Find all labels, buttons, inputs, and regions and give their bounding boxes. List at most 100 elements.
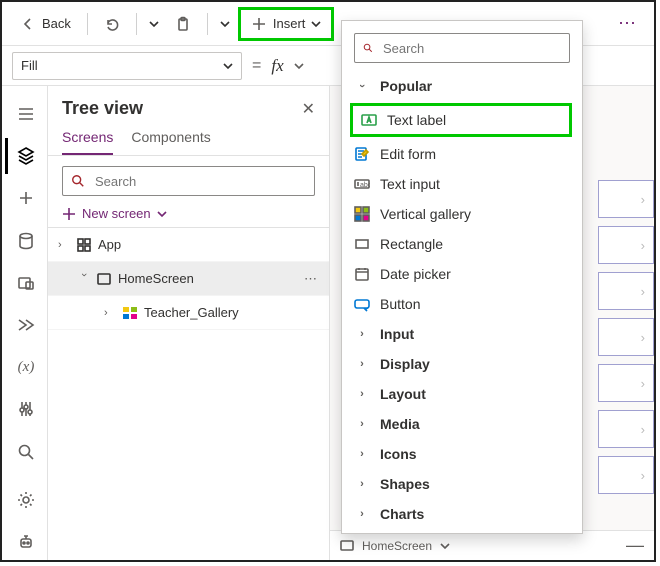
tab-screens[interactable]: Screens bbox=[62, 129, 113, 155]
plus-icon bbox=[62, 207, 76, 221]
tree-node-label: App bbox=[98, 237, 121, 252]
rail-settings[interactable] bbox=[5, 482, 45, 518]
group-media[interactable]: › Media bbox=[342, 409, 580, 439]
chevron-down-icon: › bbox=[354, 78, 370, 94]
rail-virtual-agent[interactable] bbox=[5, 524, 45, 560]
tree-node-app[interactable]: › App bbox=[48, 228, 329, 262]
tree-node-label: HomeScreen bbox=[118, 271, 194, 286]
preview-card[interactable]: › bbox=[598, 226, 654, 264]
group-icons[interactable]: › Icons bbox=[342, 439, 580, 469]
item-text-label[interactable]: Text label bbox=[350, 103, 572, 137]
new-screen-label: New screen bbox=[82, 206, 151, 221]
undo-chevron[interactable] bbox=[145, 8, 163, 40]
insert-search-input[interactable] bbox=[381, 40, 561, 57]
app-icon bbox=[76, 237, 92, 253]
rail-advanced-tools[interactable] bbox=[5, 391, 45, 427]
rail-insert[interactable] bbox=[5, 180, 45, 216]
more-button[interactable]: ⋯ bbox=[612, 13, 644, 34]
tree-list: › App › HomeScreen ⋯ › bbox=[48, 227, 329, 560]
group-label: Media bbox=[380, 416, 420, 432]
chevron-down-icon[interactable] bbox=[440, 541, 450, 551]
item-vertical-gallery[interactable]: Vertical gallery bbox=[342, 199, 580, 229]
rail-hamburger[interactable] bbox=[5, 96, 45, 132]
fx-button[interactable]: fx bbox=[271, 56, 283, 76]
expand-icon[interactable]: › bbox=[104, 307, 116, 319]
undo-button[interactable] bbox=[96, 8, 128, 40]
item-date-picker[interactable]: Date picker bbox=[342, 259, 580, 289]
group-shapes[interactable]: › Shapes bbox=[342, 469, 580, 499]
paste-chevron[interactable] bbox=[216, 8, 234, 40]
property-name: Fill bbox=[21, 58, 38, 73]
button-icon bbox=[354, 296, 370, 312]
group-label: Shapes bbox=[380, 476, 430, 492]
group-label: Display bbox=[380, 356, 430, 372]
group-layout[interactable]: › Layout bbox=[342, 379, 580, 409]
rail-media[interactable] bbox=[5, 265, 45, 301]
footer-minimize[interactable]: — bbox=[626, 535, 644, 556]
tab-components[interactable]: Components bbox=[131, 129, 210, 155]
text-input-icon: abc bbox=[354, 176, 370, 192]
tree-node-homescreen[interactable]: › HomeScreen ⋯ bbox=[48, 262, 329, 296]
rail-tree-view[interactable] bbox=[5, 138, 45, 174]
chevron-right-icon: › bbox=[354, 476, 370, 492]
expand-icon[interactable]: › bbox=[58, 239, 70, 251]
preview-card[interactable]: › bbox=[598, 364, 654, 402]
collapse-icon[interactable]: › bbox=[78, 273, 90, 285]
tree-search[interactable] bbox=[62, 166, 315, 196]
group-popular[interactable]: › Popular bbox=[342, 71, 580, 101]
paste-button[interactable] bbox=[167, 8, 199, 40]
item-text-input[interactable]: abc Text input bbox=[342, 169, 580, 199]
hamburger-icon bbox=[17, 105, 35, 123]
search-icon bbox=[17, 443, 35, 461]
insert-button[interactable]: Insert bbox=[238, 7, 335, 41]
rail-data[interactable] bbox=[5, 223, 45, 259]
preview-card[interactable]: › bbox=[598, 456, 654, 494]
tree-node-teacher-gallery[interactable]: › Teacher_Gallery bbox=[48, 296, 329, 330]
preview-card[interactable]: › bbox=[598, 180, 654, 218]
search-icon bbox=[363, 41, 373, 55]
tree-search-input[interactable] bbox=[93, 173, 306, 190]
chevron-right-icon: › bbox=[354, 356, 370, 372]
rail-power-automate[interactable] bbox=[5, 307, 45, 343]
preview-card[interactable]: › bbox=[598, 318, 654, 356]
plus-icon bbox=[17, 189, 35, 207]
left-rail: (x) bbox=[2, 86, 48, 560]
insert-scroll[interactable]: › Popular Text label Edit form abc Te bbox=[342, 71, 582, 529]
back-button[interactable]: Back bbox=[12, 8, 79, 40]
item-rectangle[interactable]: Rectangle bbox=[342, 229, 580, 259]
item-label: Vertical gallery bbox=[380, 206, 471, 222]
group-charts[interactable]: › Charts bbox=[342, 499, 580, 529]
preview-card[interactable]: › bbox=[598, 410, 654, 448]
canvas-footer: HomeScreen — bbox=[330, 530, 654, 560]
footer-screen-name: HomeScreen bbox=[362, 539, 432, 553]
item-button[interactable]: Button bbox=[342, 289, 580, 319]
chevron-down-icon bbox=[149, 19, 159, 29]
item-label: Edit form bbox=[380, 146, 436, 162]
group-label: Input bbox=[380, 326, 414, 342]
new-screen-button[interactable]: New screen bbox=[62, 206, 315, 221]
chevron-right-icon: › bbox=[354, 446, 370, 462]
preview-card[interactable]: › bbox=[598, 272, 654, 310]
group-input[interactable]: › Input bbox=[342, 319, 580, 349]
item-edit-form[interactable]: Edit form bbox=[342, 139, 580, 169]
tree-view-close[interactable]: ✕ bbox=[302, 99, 315, 119]
group-display[interactable]: › Display bbox=[342, 349, 580, 379]
item-label: Date picker bbox=[380, 266, 451, 282]
clipboard-icon bbox=[175, 16, 191, 32]
item-label: Text label bbox=[387, 112, 446, 128]
insert-panel: › Popular Text label Edit form abc Te bbox=[341, 20, 583, 534]
chevron-down-icon bbox=[223, 61, 233, 71]
node-more-button[interactable]: ⋯ bbox=[304, 271, 319, 287]
chevron-right-icon: › bbox=[354, 326, 370, 342]
rail-search[interactable] bbox=[5, 434, 45, 470]
property-selector[interactable]: Fill bbox=[12, 52, 242, 80]
equals-symbol: = bbox=[252, 57, 261, 75]
rail-variables[interactable]: (x) bbox=[5, 349, 45, 385]
screen-icon bbox=[340, 539, 354, 553]
tree-node-label: Teacher_Gallery bbox=[144, 305, 239, 320]
tree-view-title: Tree view bbox=[62, 98, 143, 119]
insert-search[interactable] bbox=[354, 33, 570, 63]
chevron-down-icon bbox=[157, 209, 167, 219]
flow-icon bbox=[17, 316, 35, 334]
calendar-icon bbox=[354, 266, 370, 282]
